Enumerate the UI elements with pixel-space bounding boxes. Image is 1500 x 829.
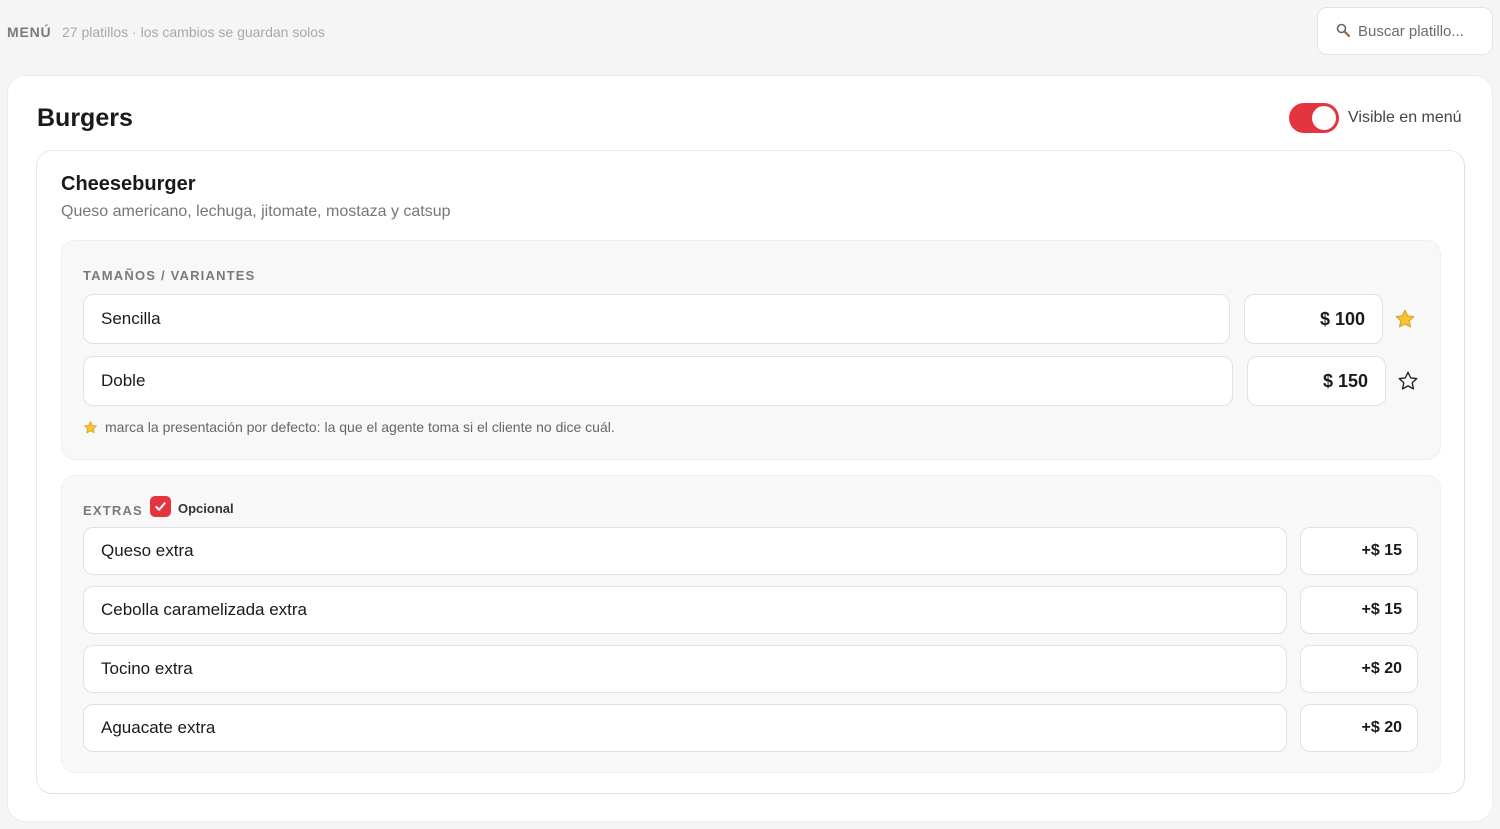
variant-name: Doble (101, 371, 146, 390)
variant-price-input[interactable]: $ 150 (1247, 356, 1386, 406)
variant-price-input[interactable]: $ 100 (1244, 294, 1383, 344)
category-card: Burgers Visible en menú Cheeseburger Que… (7, 75, 1493, 822)
extras-group: EXTRAS Opcional Queso extra +$ 15 Ceboll… (61, 475, 1441, 773)
hint-text: marca la presentación por defecto: la qu… (105, 419, 615, 435)
extras-heading: EXTRAS (83, 503, 143, 518)
optional-checkbox[interactable] (150, 496, 171, 517)
toggle-knob (1312, 106, 1336, 130)
variants-group: TAMAÑOS / VARIANTES Sencilla $ 100 Doble… (61, 240, 1441, 460)
dish-name: Cheeseburger (61, 173, 196, 195)
variants-heading: TAMAÑOS / VARIANTES (83, 268, 256, 283)
extra-price-input[interactable]: +$ 20 (1300, 645, 1418, 693)
variant-name: Sencilla (101, 309, 161, 328)
extra-name: Queso extra (101, 541, 194, 560)
search-box[interactable] (1317, 7, 1493, 55)
category-title: Burgers (37, 104, 133, 132)
variant-price: $ 150 (1322, 370, 1368, 391)
extra-price-input[interactable]: +$ 15 (1300, 586, 1418, 634)
variant-name-input[interactable]: Sencilla (83, 294, 1230, 344)
extra-price-input[interactable]: +$ 15 (1300, 527, 1418, 575)
default-star-filled-icon[interactable] (1394, 308, 1416, 330)
dish-description: Queso americano, lechuga, jitomate, most… (61, 203, 451, 220)
check-icon (155, 502, 166, 511)
default-hint: marca la presentación por defecto: la qu… (83, 419, 615, 435)
extra-price-input[interactable]: +$ 20 (1300, 704, 1418, 752)
dish-card: Cheeseburger Queso americano, lechuga, j… (36, 150, 1465, 794)
visible-toggle[interactable] (1289, 103, 1339, 133)
variant-price: $ 100 (1319, 308, 1365, 329)
extra-name-input[interactable]: Tocino extra (83, 645, 1287, 693)
menu-subtitle: 27 platillos · los cambios se guardan so… (62, 24, 326, 40)
extra-name: Cebolla caramelizada extra (101, 600, 307, 619)
optional-label: Opcional (178, 501, 234, 516)
extra-name-input[interactable]: Queso extra (83, 527, 1287, 575)
visible-label: Visible en menú (1348, 109, 1462, 126)
extra-price: +$ 15 (1361, 601, 1402, 618)
star-icon (83, 420, 98, 435)
extra-name: Tocino extra (101, 659, 193, 678)
extra-price: +$ 20 (1361, 719, 1402, 736)
top-bar: MENÚ 27 platillos · los cambios se guard… (0, 0, 1500, 64)
default-star-outline-icon[interactable] (1397, 370, 1419, 392)
extra-price: +$ 15 (1361, 542, 1402, 559)
menu-label: MENÚ (7, 24, 52, 40)
search-input[interactable] (1358, 22, 1478, 40)
extra-price: +$ 20 (1361, 660, 1402, 677)
extra-name: Aguacate extra (101, 718, 216, 737)
extra-name-input[interactable]: Cebolla caramelizada extra (83, 586, 1287, 634)
extra-name-input[interactable]: Aguacate extra (83, 704, 1287, 752)
search-icon (1336, 23, 1351, 40)
variant-name-input[interactable]: Doble (83, 356, 1233, 406)
